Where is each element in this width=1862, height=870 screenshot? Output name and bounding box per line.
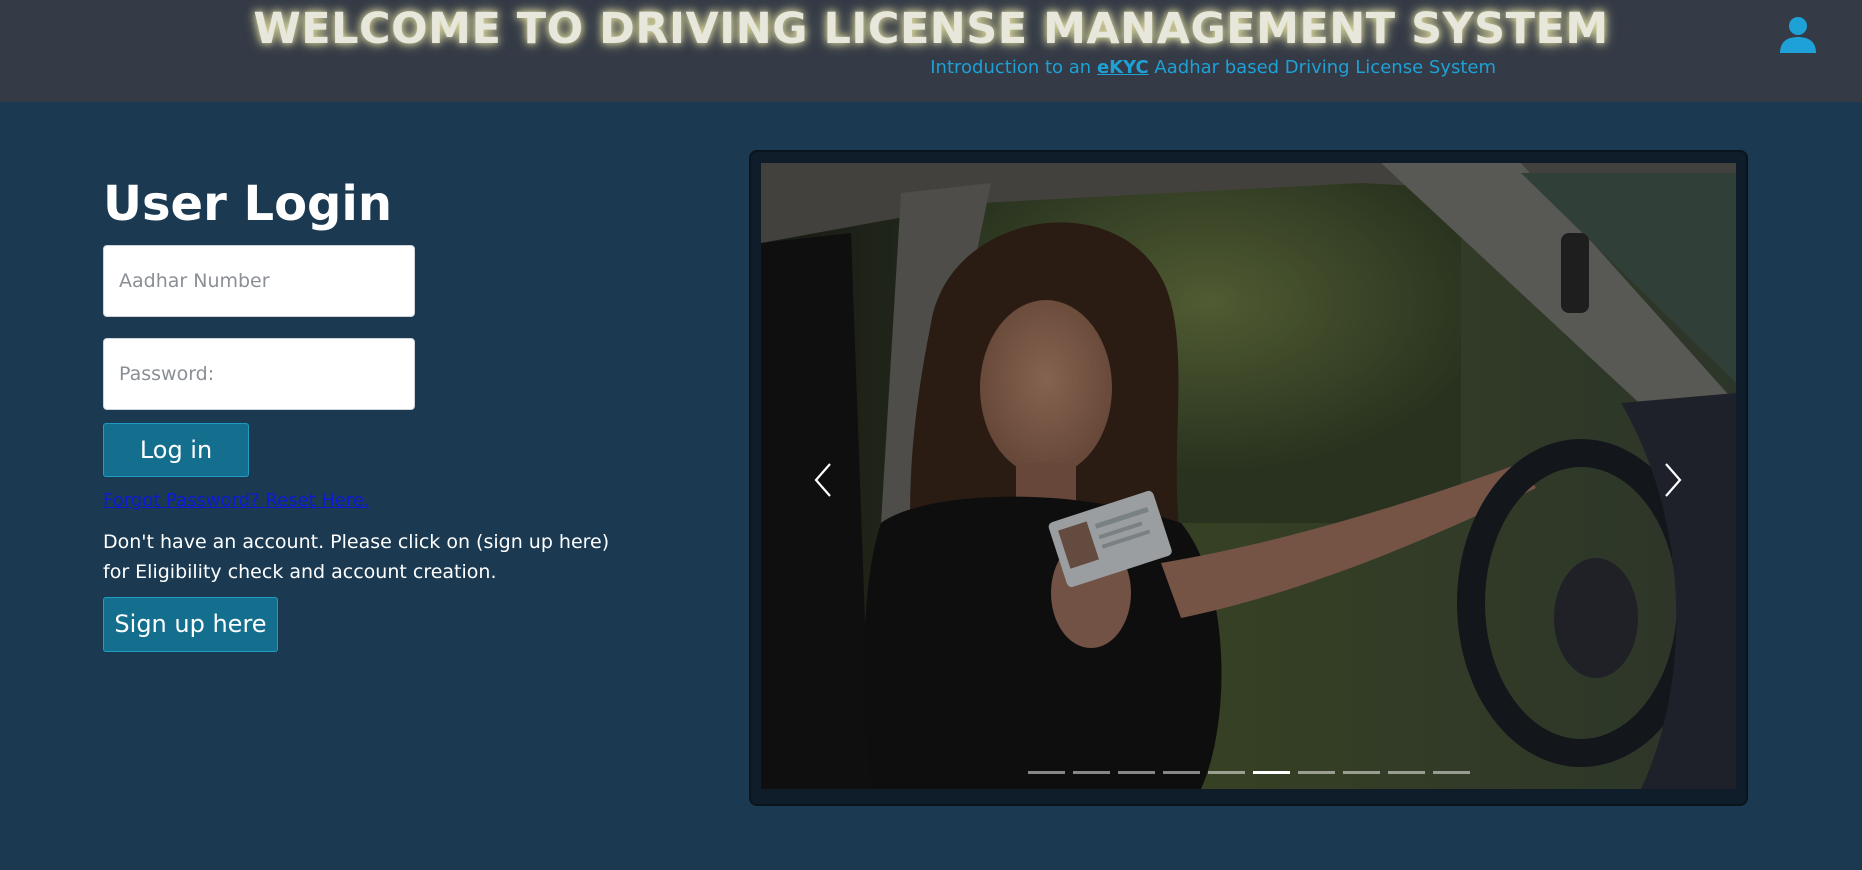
forgot-password-link[interactable]: Forgot Password? Reset Here. (103, 490, 370, 511)
chevron-right-icon (1665, 463, 1682, 497)
carousel-indicator-5[interactable] (1208, 771, 1245, 774)
subtitle-suffix: Aadhar based Driving License System (1148, 57, 1496, 78)
carousel-prev-button[interactable] (810, 462, 836, 498)
carousel-indicator-2[interactable] (1073, 771, 1110, 774)
login-title: User Login (103, 176, 393, 232)
carousel-indicator-8[interactable] (1343, 771, 1380, 774)
login-button[interactable]: Log in (103, 423, 249, 477)
carousel-indicator-4[interactable] (1163, 771, 1200, 774)
carousel-indicator-9[interactable] (1388, 771, 1425, 774)
carousel-indicator-7[interactable] (1298, 771, 1335, 774)
carousel-indicator-10[interactable] (1433, 771, 1470, 774)
subtitle-prefix: Introduction to an (930, 57, 1097, 78)
carousel-indicator-3[interactable] (1118, 771, 1155, 774)
carousel-indicator-6[interactable] (1253, 771, 1290, 774)
signup-info-text: Don't have an account. Please click on (… (103, 531, 610, 583)
carousel-image (761, 163, 1736, 789)
page-title: WELCOME TO DRIVING LICENSE MANAGEMENT SY… (253, 4, 1609, 54)
carousel-indicator-1[interactable] (1028, 771, 1065, 774)
carousel-next-button[interactable] (1660, 462, 1686, 498)
signup-button[interactable]: Sign up here (103, 597, 278, 652)
header: WELCOME TO DRIVING LICENSE MANAGEMENT SY… (0, 0, 1862, 102)
header-subtitle: Introduction to an eKYC Aadhar based Dri… (930, 57, 1496, 78)
carousel-indicators (1028, 771, 1470, 774)
aadhar-number-input[interactable] (103, 245, 415, 317)
user-icon[interactable] (1778, 16, 1818, 56)
ekyc-link[interactable]: eKYC (1097, 57, 1149, 78)
chevron-left-icon (814, 463, 831, 497)
password-input[interactable] (103, 338, 415, 410)
